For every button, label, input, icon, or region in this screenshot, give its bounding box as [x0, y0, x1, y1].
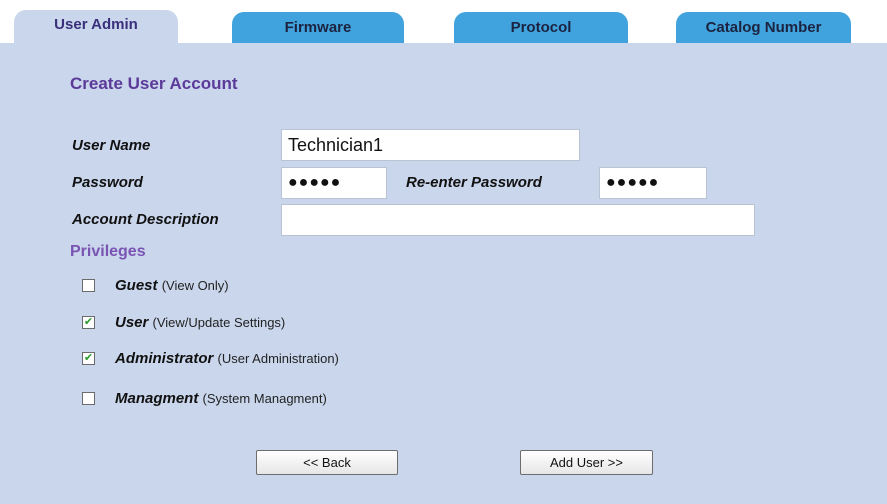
administrator-description: (User Administration): [217, 351, 339, 366]
privileges-heading: Privileges: [70, 243, 146, 260]
tab-bar: User Admin Firmware Protocol Catalog Num…: [0, 0, 887, 44]
back-button[interactable]: << Back: [256, 450, 398, 475]
user-checkbox[interactable]: ✔: [82, 316, 95, 329]
reenter-password-label: Re-enter Password: [406, 174, 542, 191]
account-description-label: Account Description: [72, 211, 219, 228]
tab-protocol[interactable]: Protocol: [454, 12, 628, 44]
password-label: Password: [72, 174, 143, 191]
managment-description: (System Managment): [202, 391, 327, 406]
guest-description: (View Only): [161, 278, 229, 293]
guest-checkbox[interactable]: [82, 279, 95, 292]
managment-label: Managment: [115, 390, 199, 407]
password-field[interactable]: ●●●●●: [281, 167, 387, 199]
page-title: Create User Account: [70, 74, 238, 93]
administrator-label: Administrator: [115, 350, 214, 367]
account-description-field[interactable]: [281, 204, 755, 236]
user-admin-panel: [0, 43, 887, 504]
tab-user-admin[interactable]: User Admin: [14, 10, 178, 44]
user-label: User: [115, 314, 149, 331]
reenter-password-field[interactable]: ●●●●●: [599, 167, 707, 199]
managment-checkbox[interactable]: [82, 392, 95, 405]
tab-firmware[interactable]: Firmware: [232, 12, 404, 44]
guest-label: Guest: [115, 277, 158, 294]
add-user-button[interactable]: Add User >>: [520, 450, 653, 475]
tab-catalog-number[interactable]: Catalog Number: [676, 12, 851, 44]
administrator-checkbox[interactable]: ✔: [82, 352, 95, 365]
user-description: (View/Update Settings): [152, 315, 286, 330]
user-name-field[interactable]: Technician1: [281, 129, 580, 161]
user-name-label: User Name: [72, 137, 151, 154]
